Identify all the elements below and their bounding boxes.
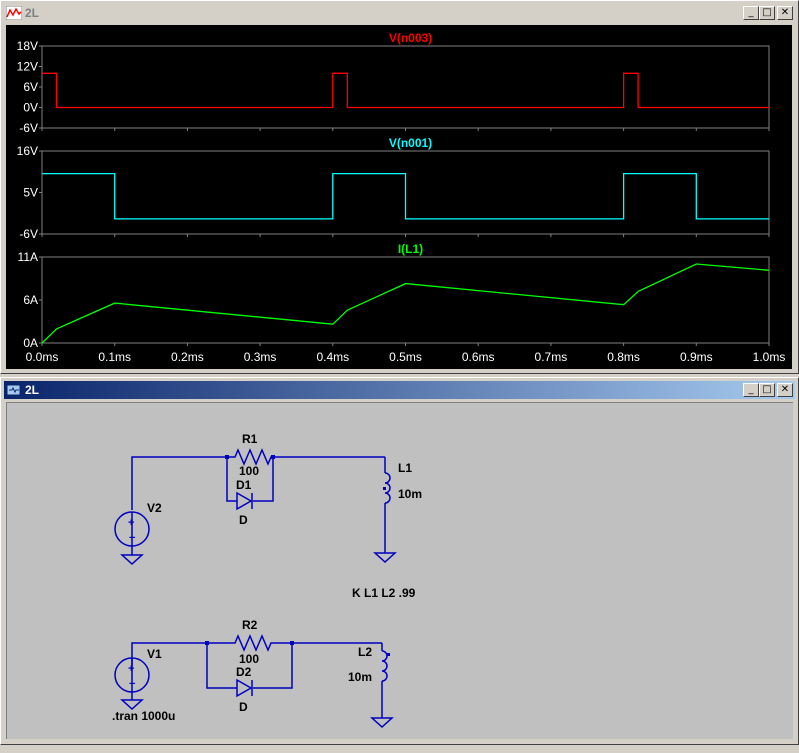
x-tick-label: 0.2ms [171, 350, 204, 364]
x-tick-label: 0.4ms [316, 350, 349, 364]
junction-dot [383, 487, 386, 490]
schematic-window: 2L _ □ ✕ + − + − R1 100 D1 D V2 L1 10m K… [0, 377, 799, 745]
v2-plus-sign: + [128, 517, 134, 529]
plots-svg: 18V 12V 6V 0V -6V V(n003) 16V 5V -6V V(n001) 11A 6A… [17, 31, 786, 364]
v2-label[interactable]: V2 [147, 501, 162, 515]
trace-line [42, 172, 769, 220]
x-tick-label: 0.9ms [680, 350, 713, 364]
junction-dot [290, 641, 294, 645]
maximize-button[interactable]: □ [759, 383, 775, 397]
y-tick-label: 16V [17, 144, 38, 158]
y-tick-label: 0V [23, 101, 38, 115]
junction-dot [205, 641, 209, 645]
l2-label[interactable]: L2 [358, 645, 372, 659]
junction-dot [225, 455, 229, 459]
plot-frame [41, 256, 770, 344]
close-button[interactable]: ✕ [777, 383, 793, 397]
l2-value[interactable]: 10m [348, 670, 372, 684]
r2-resistor[interactable] [207, 634, 292, 652]
trace-line [41, 263, 770, 344]
x-tick-label: 0.0ms [26, 350, 59, 364]
y-tick-label: 6A [23, 293, 38, 307]
x-tick-label: 1.0ms [753, 350, 786, 364]
y-tick-label: 5V [23, 186, 38, 200]
waveform-window: 2L _ □ ✕ 18V 12V 6V 0V -6V V(n003) 16V 5V -6V V(n… [0, 0, 799, 374]
v1-label[interactable]: V1 [147, 647, 162, 661]
r2-value[interactable]: 100 [239, 652, 259, 666]
wire[interactable] [206, 643, 237, 689]
l1-label[interactable]: L1 [398, 461, 412, 475]
l1-inductor[interactable] [373, 472, 397, 564]
x-tick-label: 0.8ms [607, 350, 640, 364]
maximize-button[interactable]: □ [759, 6, 775, 20]
plot-pane[interactable]: 18V 12V 6V 0V -6V V(n003) 16V 5V -6V V(n001) 11A 6A… [6, 25, 792, 369]
plot-title: V(n001) [389, 136, 432, 150]
y-tick-label: 11A [18, 250, 38, 264]
schematic-icon [6, 384, 21, 396]
waveform-title: 2L [25, 6, 40, 20]
x-tick-label: 0.3ms [244, 350, 277, 364]
minimize-button[interactable]: _ [743, 6, 759, 20]
l1-value[interactable]: 10m [398, 487, 422, 501]
schematic-titlebar[interactable]: 2L _ □ ✕ [4, 381, 795, 399]
r1-label[interactable]: R1 [242, 432, 258, 446]
d2-diode[interactable] [236, 678, 253, 698]
y-tick-label: 6V [23, 80, 38, 94]
plot-title: I(L1) [398, 242, 423, 256]
d1-model[interactable]: D [239, 513, 248, 527]
v1-minus-sign: − [129, 678, 135, 690]
y-tick-label: -6V [19, 227, 38, 241]
v2-minus-sign: − [129, 532, 135, 544]
plot-frame [41, 45, 770, 129]
schematic-svg: + − + − R1 100 D1 D V2 L1 10m K L1 L2 .9… [112, 432, 422, 729]
minimize-button[interactable]: _ [743, 383, 759, 397]
v1-plus-sign: + [128, 663, 134, 675]
waveform-titlebar[interactable]: 2L _ □ ✕ [4, 4, 795, 22]
d2-model[interactable]: D [239, 700, 248, 714]
tran-directive[interactable]: .tran 1000u [112, 709, 175, 723]
r1-value[interactable]: 100 [239, 464, 259, 478]
junction-dot [387, 653, 390, 656]
coupling-directive[interactable]: K L1 L2 .99 [352, 586, 416, 600]
schematic-canvas[interactable]: + − + − R1 100 D1 D V2 L1 10m K L1 L2 .9… [6, 402, 793, 739]
d1-diode[interactable] [236, 491, 253, 511]
schematic-title: 2L [25, 383, 40, 397]
r1-resistor[interactable] [227, 448, 273, 466]
d2-label[interactable]: D2 [236, 665, 252, 679]
trace-line [42, 72, 769, 109]
plot-title: V(n003) [389, 31, 432, 45]
d1-label[interactable]: D1 [236, 478, 252, 492]
x-tick-label: 0.7ms [535, 350, 568, 364]
x-tick-label: 0.5ms [389, 350, 422, 364]
close-button[interactable]: ✕ [777, 6, 793, 20]
y-tick-label: 18V [17, 39, 38, 53]
x-tick-label: 0.1ms [98, 350, 131, 364]
l2-inductor[interactable] [370, 650, 394, 729]
y-tick-label: -6V [19, 121, 38, 135]
waveform-icon [6, 6, 22, 20]
y-tick-label: 12V [17, 60, 38, 74]
junction-dot [271, 455, 275, 459]
r2-label[interactable]: R2 [242, 618, 258, 632]
x-tick-label: 0.6ms [462, 350, 495, 364]
y-tick-label: 0A [23, 336, 38, 350]
